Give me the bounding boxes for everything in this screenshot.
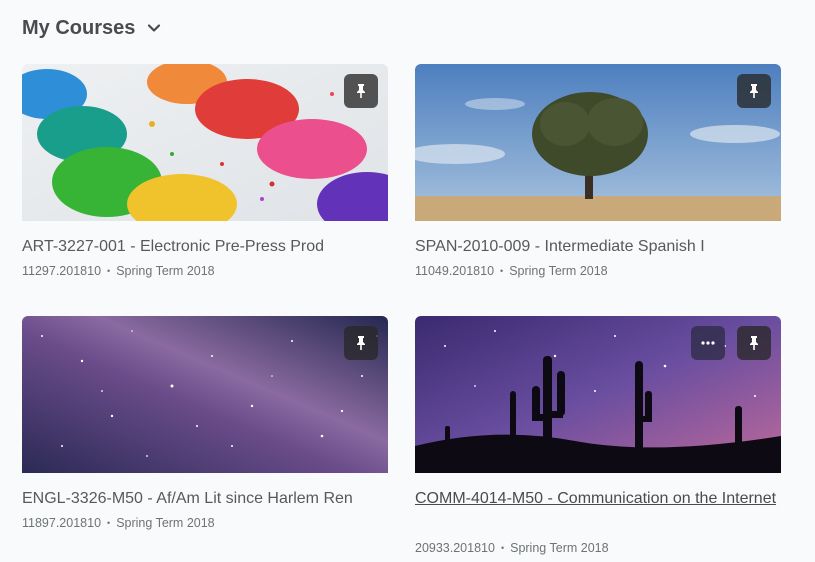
page-title: My Courses: [22, 16, 136, 39]
course-term: Spring Term 2018: [509, 264, 608, 278]
meta-separator: •: [500, 266, 504, 276]
course-image-watercolor[interactable]: [22, 64, 388, 221]
pin-button[interactable]: [344, 326, 378, 360]
pin-button[interactable]: [737, 326, 771, 360]
course-term: Spring Term 2018: [116, 264, 215, 278]
meta-separator: •: [107, 266, 111, 276]
meta-separator: •: [500, 543, 505, 553]
meta-separator: •: [107, 518, 111, 528]
course-code: 11049.201810: [415, 264, 495, 278]
course-title[interactable]: SPAN-2010-009 - Intermediate Spanish I: [415, 234, 781, 259]
pin-icon: [750, 84, 758, 98]
pin-icon: [357, 336, 365, 350]
course-image-tree[interactable]: [415, 64, 781, 221]
chevron-down-icon[interactable]: [147, 21, 161, 35]
course-term: Spring Term 2018: [116, 516, 215, 530]
course-image-galaxy[interactable]: [22, 316, 388, 473]
pin-icon: [357, 84, 365, 98]
course-title[interactable]: ART-3227-001 - Electronic Pre-Press Prod: [22, 234, 388, 259]
pin-icon: [750, 336, 758, 350]
more-options-button[interactable]: [691, 326, 725, 360]
course-term: Spring Term 2018: [510, 541, 609, 555]
course-image-cactus-sky[interactable]: [415, 316, 781, 473]
pin-button[interactable]: [344, 74, 378, 108]
course-grid: ART-3227-001 - Electronic Pre-Press Prod…: [22, 64, 782, 562]
course-meta: 11897.201810 • Spring Term 2018: [22, 516, 215, 530]
course-code: 11297.201810: [22, 264, 102, 278]
more-options-icon: [701, 341, 715, 345]
my-courses-header[interactable]: My Courses: [22, 14, 161, 42]
course-title[interactable]: ENGL-3326-M50 - Af/Am Lit since Harlem R…: [22, 486, 388, 511]
course-meta: 11049.201810 • Spring Term 2018: [415, 264, 608, 278]
course-title-link[interactable]: COMM-4014-M50 - Communication on the Int…: [415, 486, 781, 511]
course-meta: 20933.201810 • Spring Term 2018: [415, 541, 609, 555]
pin-button[interactable]: [737, 74, 771, 108]
course-meta: 11297.201810 • Spring Term 2018: [22, 264, 215, 278]
course-code: 11897.201810: [22, 516, 102, 530]
course-code: 20933.201810: [415, 541, 495, 555]
